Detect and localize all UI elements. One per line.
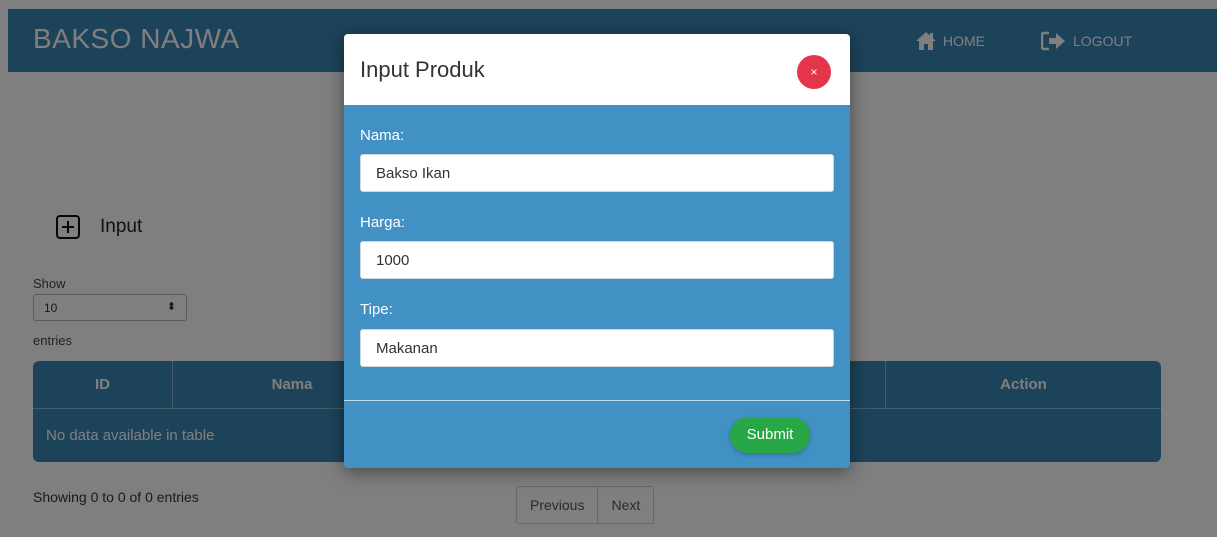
harga-label: Harga:: [360, 214, 406, 231]
nama-label: Nama:: [360, 127, 405, 144]
tipe-input[interactable]: [360, 329, 834, 367]
modal-header: Input Produk ×: [344, 34, 850, 105]
tipe-label: Tipe:: [360, 301, 393, 318]
modal-divider: [344, 400, 850, 401]
nama-input[interactable]: [360, 154, 834, 192]
close-button[interactable]: ×: [797, 55, 831, 89]
submit-button[interactable]: Submit: [730, 417, 810, 453]
modal-title: Input Produk: [360, 57, 485, 82]
input-produk-modal: Input Produk × Nama: Harga: Tipe: Submit: [344, 34, 850, 468]
harga-input[interactable]: [360, 241, 834, 279]
